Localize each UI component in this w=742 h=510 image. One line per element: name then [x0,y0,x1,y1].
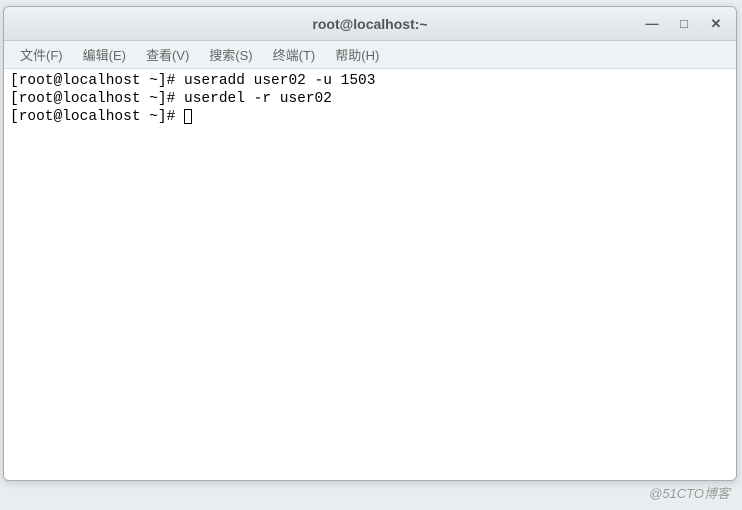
terminal-window: root@localhost:~ — □ ✕ 文件(F) 编辑(E) 查看(V)… [3,6,737,481]
close-icon: ✕ [711,16,722,32]
terminal-area[interactable]: [root@localhost ~]# useradd user02 -u 15… [4,69,736,480]
cursor [184,109,192,124]
close-button[interactable]: ✕ [702,13,730,35]
prompt: [root@localhost ~]# [10,109,184,125]
window-controls: — □ ✕ [638,7,730,40]
menu-help[interactable]: 帮助(H) [327,42,387,67]
window-title: root@localhost:~ [312,16,427,32]
terminal-line: [root@localhost ~]# [10,108,730,126]
menubar: 文件(F) 编辑(E) 查看(V) 搜索(S) 终端(T) 帮助(H) [4,41,736,69]
menu-view[interactable]: 查看(V) [138,42,197,67]
menu-file[interactable]: 文件(F) [12,42,71,67]
maximize-button[interactable]: □ [670,13,698,35]
menu-terminal[interactable]: 终端(T) [265,42,324,67]
menu-edit[interactable]: 编辑(E) [75,42,134,67]
command-text: userdel -r user02 [184,91,332,107]
maximize-icon: □ [680,16,688,31]
minimize-button[interactable]: — [638,13,666,35]
titlebar[interactable]: root@localhost:~ — □ ✕ [4,7,736,41]
terminal-line: [root@localhost ~]# useradd user02 -u 15… [10,72,730,90]
terminal-line: [root@localhost ~]# userdel -r user02 [10,90,730,108]
minimize-icon: — [646,16,659,31]
prompt: [root@localhost ~]# [10,91,184,107]
prompt: [root@localhost ~]# [10,73,184,89]
command-text: useradd user02 -u 1503 [184,73,375,89]
menu-search[interactable]: 搜索(S) [201,42,260,67]
watermark: @51CTO博客 [649,483,730,502]
